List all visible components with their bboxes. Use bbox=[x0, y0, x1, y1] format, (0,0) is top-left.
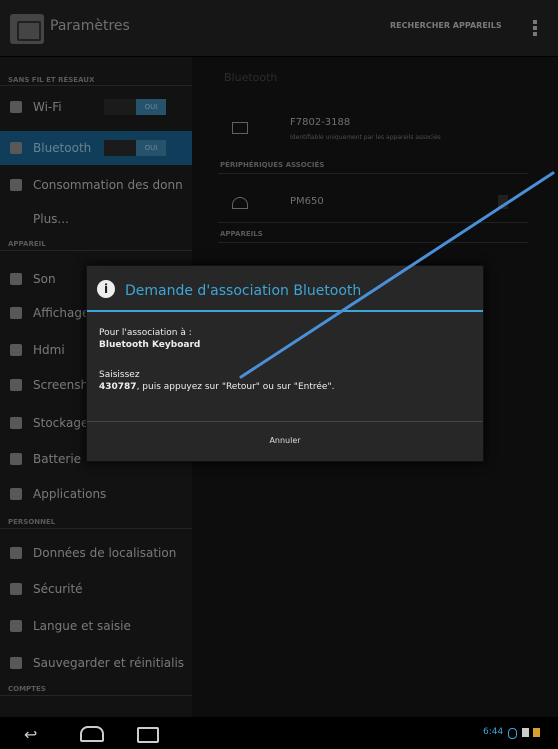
annotation-arrow-line bbox=[239, 171, 555, 379]
settings-screen: Paramètres RECHERCHER APPAREILS SANS FIL… bbox=[0, 0, 558, 749]
battery-status-icon bbox=[533, 728, 540, 737]
bluetooth-status-icon bbox=[522, 728, 529, 737]
annotation-line bbox=[239, 171, 555, 379]
clock: 6:44 bbox=[483, 727, 504, 737]
back-icon[interactable]: ↩ bbox=[24, 725, 37, 744]
wifi-status-icon bbox=[508, 728, 517, 739]
navigation-bar: ↩ 6:44 bbox=[0, 717, 558, 749]
recent-apps-icon[interactable] bbox=[137, 727, 159, 743]
home-icon[interactable] bbox=[80, 726, 104, 742]
